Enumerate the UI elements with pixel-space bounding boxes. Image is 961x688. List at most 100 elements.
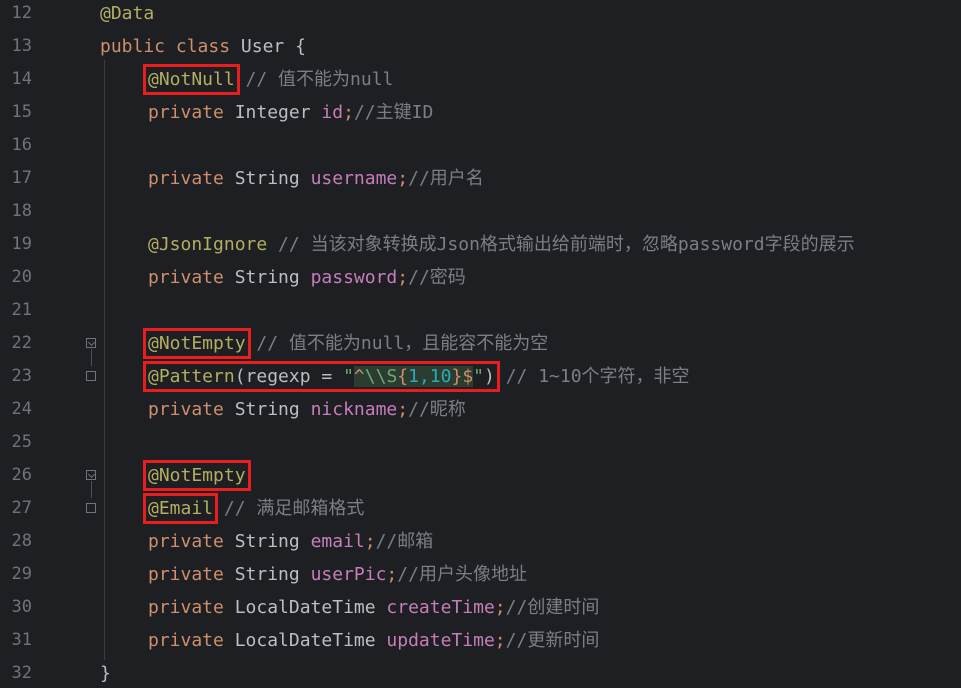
line-number: 23 <box>11 366 32 386</box>
token: // 满足邮箱格式 <box>213 498 365 519</box>
token: private <box>148 267 235 288</box>
token: ; <box>397 399 409 420</box>
token: LocalDateTime <box>234 630 387 651</box>
code-line[interactable]: 29 private String userPic;//用户头像地址 <box>0 558 961 591</box>
token: String <box>234 399 311 420</box>
token: ; <box>386 564 398 585</box>
token: $ <box>462 366 474 387</box>
code-line[interactable]: 25 <box>0 426 961 459</box>
token: User { <box>240 36 306 57</box>
token: //创建时间 <box>505 597 600 618</box>
code-editor[interactable]: 12 @Data 13 public class User { 14 @NotNull /… <box>0 0 961 688</box>
code-text: private String email;//邮箱 <box>100 525 433 558</box>
token: //昵称 <box>408 399 466 420</box>
line-number: 24 <box>11 399 32 419</box>
code-text: @Email // 满足邮箱格式 <box>100 492 364 525</box>
token: //密码 <box>408 267 466 288</box>
line-number: 29 <box>11 564 32 584</box>
highlighted-annotation: @NotNull <box>143 64 240 95</box>
code-text: @NotNull // 值不能为null <box>100 63 393 96</box>
token: String <box>234 531 311 552</box>
token: ) <box>484 366 495 387</box>
line-number: 26 <box>11 465 32 485</box>
code-text: public class User { <box>100 30 306 63</box>
line-number: 28 <box>11 531 32 551</box>
token: @Data <box>100 3 155 24</box>
token: nickname <box>310 399 398 420</box>
line-number: 18 <box>11 201 32 221</box>
token: //主键ID <box>353 102 434 123</box>
code-text: @Data <box>100 0 154 30</box>
token: createTime <box>386 597 495 618</box>
token: // 当该对象转换成Json格式输出给前端时，忽略password字段的展示 <box>267 234 855 255</box>
code-text: @NotEmpty // 值不能为null，且能容不能为空 <box>100 327 548 360</box>
code-line[interactable]: 27 @Email // 满足邮箱格式 <box>0 492 961 525</box>
code-line[interactable]: 26 @NotEmpty <box>0 459 961 492</box>
code-line[interactable]: 19 @JsonIgnore // 当该对象转换成Json格式输出给前端时，忽略p… <box>0 228 961 261</box>
line-number: 17 <box>11 168 32 188</box>
code-text: @NotEmpty <box>100 459 251 492</box>
code-line[interactable]: 32} <box>0 657 961 688</box>
token: @JsonIgnore <box>148 234 268 255</box>
line-number: 27 <box>11 498 32 518</box>
code-text: private LocalDateTime updateTime;//更新时间 <box>100 624 599 657</box>
code-line[interactable]: 18 <box>0 195 961 228</box>
line-number: 25 <box>11 432 32 452</box>
token: String <box>234 564 311 585</box>
token: //用户头像地址 <box>397 564 527 585</box>
token: " <box>343 366 354 387</box>
code-line[interactable]: 30 private LocalDateTime createTime;//创建时… <box>0 591 961 624</box>
token: private <box>148 399 235 420</box>
token: password <box>310 267 398 288</box>
code-line[interactable]: 28 private String email;//邮箱 <box>0 525 961 558</box>
code-line[interactable]: 21 <box>0 294 961 327</box>
code-line[interactable]: 20 private String password;//密码 <box>0 261 961 294</box>
token: { <box>397 366 409 387</box>
token: // 值不能为null，且能容不能为空 <box>245 333 549 354</box>
line-number: 31 <box>11 630 32 650</box>
line-number: 22 <box>11 333 32 353</box>
highlighted-annotation: @NotEmpty <box>143 328 251 359</box>
code-line[interactable]: 22 @NotEmpty // 值不能为null，且能容不能为空 <box>0 327 961 360</box>
fold-close-icon[interactable] <box>86 371 96 381</box>
token: \\S <box>364 366 398 387</box>
fold-open-icon[interactable] <box>86 470 96 480</box>
token: email <box>310 531 365 552</box>
token: userPic <box>310 564 387 585</box>
code-line[interactable]: 16 <box>0 129 961 162</box>
token: ; <box>364 531 376 552</box>
token: private <box>148 564 235 585</box>
token: String <box>234 168 311 189</box>
token: @Pattern <box>148 366 235 387</box>
fold-open-icon[interactable] <box>86 338 96 348</box>
line-number: 14 <box>11 69 32 89</box>
fold-connector <box>91 481 92 498</box>
token: " <box>473 366 485 387</box>
token: //更新时间 <box>505 630 600 651</box>
token: (regexp = <box>234 366 344 387</box>
token: id <box>321 102 344 123</box>
token: private <box>148 168 235 189</box>
code-line[interactable]: 17 private String username;//用户名 <box>0 162 961 195</box>
line-number: 21 <box>11 300 32 320</box>
code-line[interactable]: 31 private LocalDateTime updateTime;//更新时… <box>0 624 961 657</box>
token: ^ <box>353 366 365 387</box>
token: ; <box>494 597 506 618</box>
token: ; <box>343 102 354 123</box>
code-line[interactable]: 13 public class User { <box>0 30 961 63</box>
code-text: } <box>100 657 111 688</box>
fold-close-icon[interactable] <box>86 503 96 513</box>
code-line[interactable]: 12 @Data <box>0 0 961 30</box>
code-line[interactable]: 14 @NotNull // 值不能为null <box>0 63 961 96</box>
fold-connector <box>91 349 92 366</box>
token: private <box>148 630 235 651</box>
token: } <box>451 366 463 387</box>
highlighted-annotation: @Email <box>142 493 219 524</box>
code-line[interactable]: 15 private Integer id;//主键ID <box>0 96 961 129</box>
code-line[interactable]: 23 @Pattern(regexp = "^\\S{1,10}$") // 1~… <box>0 360 961 393</box>
token: //用户名 <box>408 168 484 189</box>
code-line[interactable]: 24 private String nickname;//昵称 <box>0 393 961 426</box>
line-number: 32 <box>11 663 32 683</box>
line-number: 20 <box>11 267 32 287</box>
highlighted-annotation: @NotEmpty <box>143 460 251 491</box>
